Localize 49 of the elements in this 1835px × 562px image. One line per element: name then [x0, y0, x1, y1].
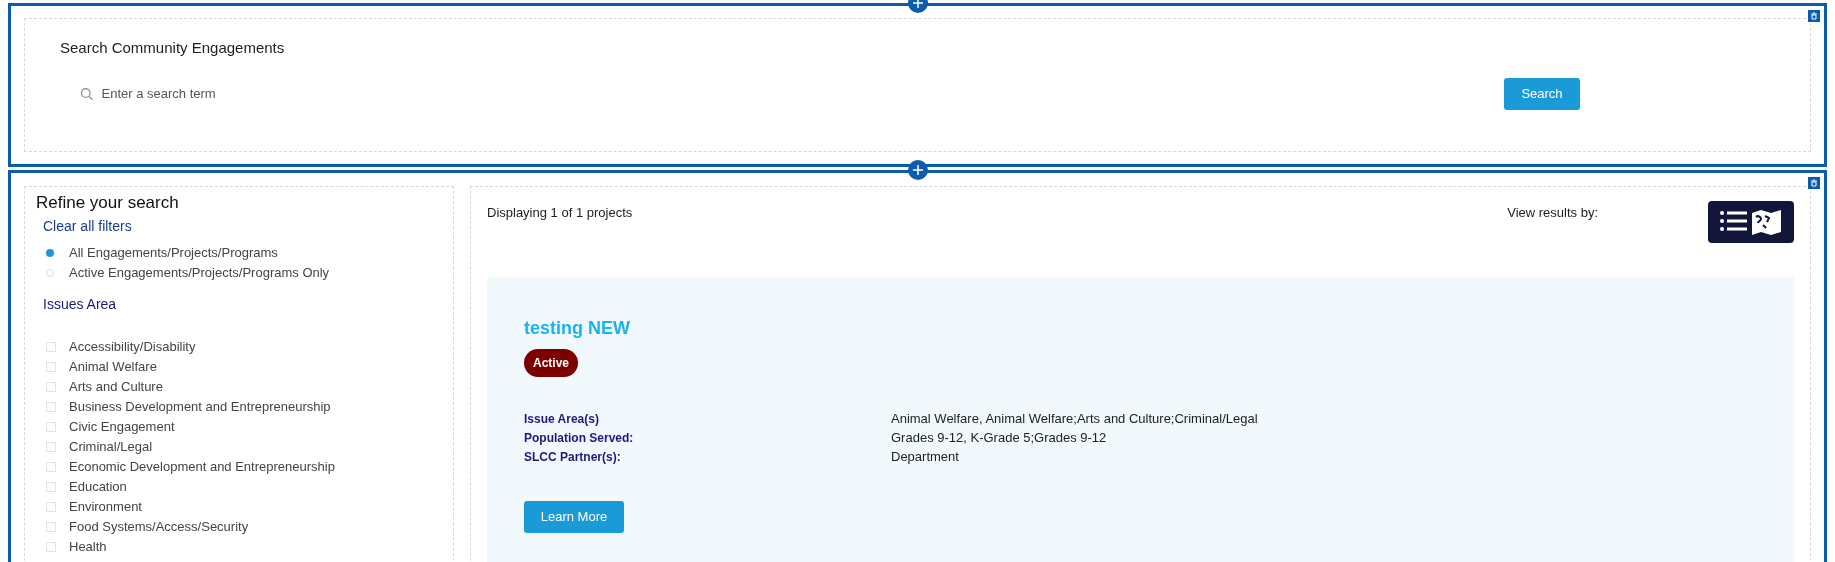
radio-button[interactable] — [46, 268, 54, 277]
checkbox-label: Criminal/Legal — [69, 437, 153, 456]
section-title: Search Community Engagements — [60, 38, 286, 58]
checkbox[interactable] — [46, 421, 56, 432]
checkbox[interactable] — [46, 461, 56, 472]
search-field[interactable]: Enter a search term — [101, 83, 680, 104]
checkbox[interactable] — [46, 361, 56, 372]
search-button[interactable]: Search — [1504, 77, 1580, 110]
checkbox-label: Animal Welfare — [69, 357, 157, 376]
checkbox[interactable] — [46, 541, 56, 552]
checkbox[interactable] — [46, 441, 56, 452]
detail-value: Animal Welfare, Animal Welfare;Arts and Culture;Criminal/Legal — [891, 409, 1258, 428]
filter-title: Refine your search — [36, 192, 180, 214]
detail-value: Grades 9-12, K-Grade 5;Grades 9-12 — [891, 428, 1107, 447]
detail-label: Issue Area(s) — [524, 410, 600, 428]
radio-button[interactable] — [46, 248, 54, 257]
detail-label: Population Served: — [524, 429, 635, 447]
checkbox[interactable] — [46, 341, 56, 352]
view-results-button[interactable] — [1708, 201, 1794, 243]
checkbox[interactable] — [46, 381, 56, 392]
detail-label: SLCC Partner(s): — [524, 448, 622, 466]
checkbox[interactable] — [46, 521, 56, 532]
checkbox-label: Health — [69, 537, 107, 556]
results-count: Displaying 1 of 1 projects — [487, 204, 633, 222]
status-badge: Active — [524, 349, 579, 377]
checkbox-label: Accessibility/Disability — [69, 337, 196, 356]
list-map-icon — [1719, 207, 1783, 237]
issues-heading: Issues Area — [43, 294, 118, 314]
delete-icon[interactable] — [1808, 177, 1820, 189]
checkbox-label: Food Systems/Access/Security — [69, 517, 249, 536]
checkbox[interactable] — [46, 501, 56, 512]
search-icon — [80, 86, 94, 101]
checkbox-label: Environment — [69, 497, 142, 516]
radio-label: Active Engagements/Projects/Programs Only — [69, 263, 330, 282]
checkbox-label: Civic Engagement — [69, 417, 175, 436]
checkbox-label: Education — [69, 477, 127, 496]
checkbox-label: Business Development and Entrepreneurship — [69, 397, 331, 416]
learn-more-button[interactable]: Learn More — [524, 501, 624, 533]
project-title[interactable]: testing NEW — [524, 315, 1794, 342]
delete-icon[interactable] — [1808, 10, 1820, 22]
checkbox-label: Economic Development and Entrepreneurship — [69, 457, 335, 476]
radio-label: All Engagements/Projects/Programs — [69, 243, 278, 262]
detail-value: Department — [891, 447, 959, 466]
checkbox-label: Arts and Culture — [69, 377, 163, 396]
checkbox[interactable] — [46, 481, 56, 492]
checkbox[interactable] — [46, 401, 56, 412]
view-results-label: View results by: — [1507, 204, 1598, 222]
add-section-icon[interactable] — [907, 160, 928, 180]
clear-filters-link[interactable]: Clear all filters — [43, 215, 453, 237]
